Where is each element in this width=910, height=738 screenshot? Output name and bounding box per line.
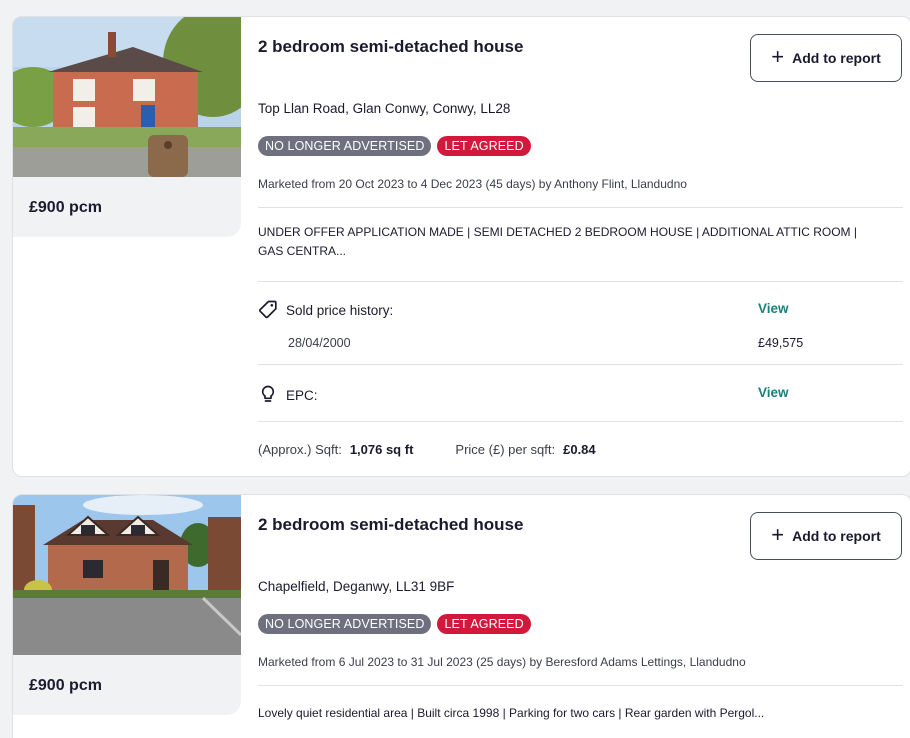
divider: [258, 281, 903, 282]
price-per-sqft-label: Price (£) per sqft:: [455, 442, 556, 457]
listing-card[interactable]: £900 pcm 2 bedroom semi-detached house +…: [12, 494, 910, 738]
sold-date: 28/04/2000: [288, 336, 351, 350]
description-line: Lovely quiet residential area | Built ci…: [258, 706, 765, 720]
property-photo-image: [13, 17, 241, 177]
listing-description: UNDER OFFER APPLICATION MADE | SEMI DETA…: [258, 223, 903, 261]
description-line: UNDER OFFER APPLICATION MADE | SEMI DETA…: [258, 225, 857, 239]
property-photo[interactable]: [13, 17, 241, 177]
plus-icon: +: [771, 44, 785, 69]
listing-media: £900 pcm: [13, 495, 241, 715]
status-badge-no-longer-advertised: NO LONGER ADVERTISED: [258, 136, 432, 156]
status-badge-let-agreed: LET AGREED: [437, 136, 531, 156]
epc-label: EPC:: [286, 388, 318, 403]
description-line: GAS CENTRA...: [258, 244, 347, 258]
sqft-value: 1,076 sq ft: [349, 442, 414, 457]
epc-row: EPC:: [258, 384, 318, 407]
listing-price: £900 pcm: [13, 655, 241, 715]
divider: [258, 421, 903, 422]
price-tag-icon: [258, 299, 278, 322]
property-photo-image: [13, 495, 241, 655]
property-photo[interactable]: [13, 495, 241, 655]
divider: [258, 207, 903, 208]
add-to-report-label: Add to report: [792, 50, 881, 66]
listing-price: £900 pcm: [13, 177, 241, 237]
listing-card[interactable]: £900 pcm 2 bedroom semi-detached house +…: [12, 16, 910, 477]
sold-price-history-row: Sold price history:: [258, 299, 393, 322]
listing-address: Top Llan Road, Glan Conwy, Conwy, LL28: [258, 101, 511, 116]
listing-title[interactable]: 2 bedroom semi-detached house: [258, 37, 523, 57]
lightbulb-icon: [258, 384, 278, 407]
marketed-info: Marketed from 20 Oct 2023 to 4 Dec 2023 …: [258, 177, 687, 191]
status-badges: NO LONGER ADVERTISED LET AGREED: [258, 614, 531, 634]
status-badges: NO LONGER ADVERTISED LET AGREED: [258, 136, 531, 156]
add-to-report-button[interactable]: + Add to report: [750, 34, 902, 82]
listing-address: Chapelfield, Deganwy, LL31 9BF: [258, 579, 455, 594]
add-to-report-label: Add to report: [792, 528, 881, 544]
listing-media: £900 pcm: [13, 17, 241, 237]
marketed-info: Marketed from 6 Jul 2023 to 31 Jul 2023 …: [258, 655, 746, 669]
status-badge-no-longer-advertised: NO LONGER ADVERTISED: [258, 614, 432, 634]
status-badge-let-agreed: LET AGREED: [437, 614, 531, 634]
sold-price: £49,575: [758, 336, 804, 350]
epc-view-link[interactable]: View: [758, 385, 789, 400]
sold-price-view-link[interactable]: View: [758, 301, 789, 316]
listing-description: Lovely quiet residential area | Built ci…: [258, 704, 903, 723]
price-per-sqft-value: £0.84: [563, 442, 596, 457]
add-to-report-button[interactable]: + Add to report: [750, 512, 902, 560]
sqft-info: (Approx.) Sqft: 1,076 sq ft Price (£) pe…: [258, 442, 596, 457]
plus-icon: +: [771, 522, 785, 547]
sold-price-history-label: Sold price history:: [286, 303, 394, 318]
sqft-label: (Approx.) Sqft:: [258, 442, 342, 457]
divider: [258, 364, 903, 365]
divider: [258, 685, 903, 686]
listing-title[interactable]: 2 bedroom semi-detached house: [258, 515, 523, 535]
